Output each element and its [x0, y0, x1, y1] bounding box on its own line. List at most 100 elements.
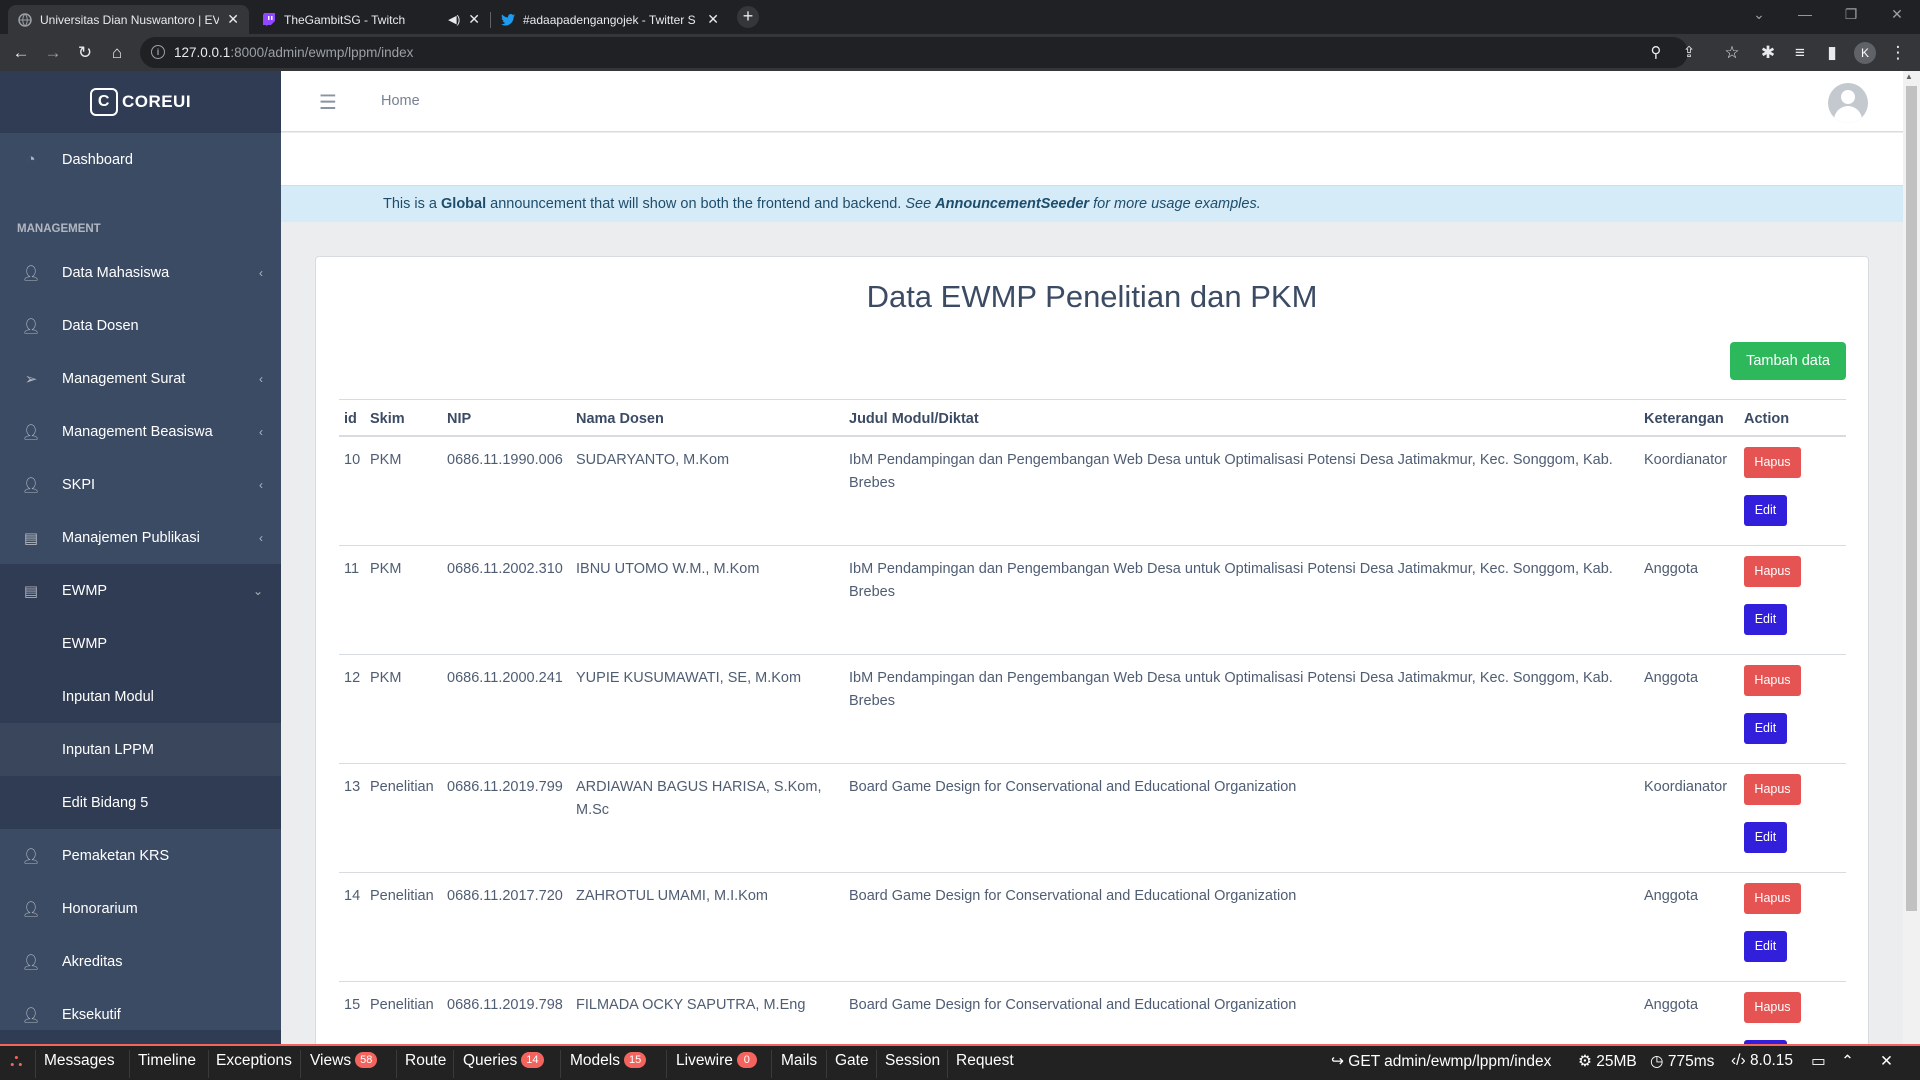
sidebar-item-management-surat[interactable]: ➢ Management Surat ‹	[0, 352, 281, 405]
announcement-banner: This is a Global announcement that will …	[281, 186, 1903, 222]
menu-kebab-icon[interactable]: ⋮	[1886, 41, 1910, 65]
close-debugbar-icon[interactable]: ✕	[1880, 1052, 1893, 1071]
home-icon[interactable]: ⌂	[105, 41, 129, 65]
sidebar-item-ewmp[interactable]: ▤ EWMP ⌄	[0, 564, 281, 617]
debugbar-tab-messages[interactable]: Messages	[44, 1052, 115, 1070]
delete-button[interactable]: Hapus	[1744, 991, 1801, 1023]
maximize-debugbar-icon[interactable]: ⌃	[1841, 1052, 1854, 1071]
profile-avatar[interactable]: K	[1854, 42, 1876, 64]
zoom-icon[interactable]: ⚲	[1646, 43, 1666, 63]
tab-twitch[interactable]: TheGambitSG - Twitch ◀) ✕	[252, 5, 490, 34]
sidebar-item-akreditas[interactable]: 👤︎ Akreditas	[0, 935, 281, 988]
edit-button[interactable]: Edit	[1744, 821, 1787, 853]
debugbar-tab-views[interactable]: Views 58	[310, 1052, 378, 1070]
sidebar-item-dashboard[interactable]: ◔ Dashboard	[0, 133, 281, 186]
debugbar-tab-exceptions[interactable]: Exceptions	[216, 1052, 292, 1070]
sidebar-item-data-mahasiswa[interactable]: 👤︎ Data Mahasiswa ‹	[0, 246, 281, 299]
reload-icon[interactable]: ↻	[73, 41, 97, 65]
forward-icon[interactable]: →	[41, 41, 65, 65]
edit-button[interactable]: Edit	[1744, 603, 1787, 635]
user-avatar[interactable]	[1828, 83, 1868, 123]
sidebar-item-manajemen-publikasi[interactable]: ▤ Manajemen Publikasi ‹	[0, 511, 281, 564]
hamburger-menu-icon[interactable]: ☰	[319, 90, 337, 115]
sidebar-subitem-inputan-lppm[interactable]: Inputan LPPM	[0, 723, 281, 776]
cell-nip: 0686.11.1990.006	[442, 435, 571, 545]
sidebar-item-management-beasiswa[interactable]: 👤︎ Management Beasiswa ‹	[0, 405, 281, 458]
cell-judul: Board Game Design for Conservational and…	[844, 762, 1639, 872]
debugbar-tab-session[interactable]: Session	[885, 1052, 940, 1070]
cell-keterangan: Anggota	[1639, 544, 1739, 654]
add-data-button[interactable]: Tambah data	[1730, 342, 1846, 380]
extensions-icon[interactable]: ✱	[1756, 41, 1780, 65]
restore-button[interactable]: ❐	[1828, 0, 1874, 30]
close-icon[interactable]: ✕	[227, 11, 239, 28]
cell-nama: ARDIAWAN BAGUS HARISA, S.Kom, M.Sc	[571, 762, 844, 872]
sidebar-item-data-dosen[interactable]: 👤︎ Data Dosen	[0, 299, 281, 352]
tab-twitter[interactable]: #adaapadengangojek - Twitter S ✕	[491, 5, 729, 34]
sidebar-item-honorarium[interactable]: 👤︎ Honorarium	[0, 882, 281, 935]
debugbar-version: ‹/› 8.0.15	[1731, 1052, 1793, 1070]
announcement-text: This is a	[383, 196, 442, 212]
sidebar-subitem-ewmp[interactable]: EWMP	[0, 617, 281, 670]
debugbar-tab-queries[interactable]: Queries 14	[463, 1052, 544, 1070]
debugbar-tab-livewire[interactable]: Livewire 0	[676, 1052, 757, 1070]
close-icon[interactable]: ✕	[707, 11, 719, 28]
tab-udinus[interactable]: Universitas Dian Nuswantoro | EV ✕	[8, 5, 249, 34]
edit-button[interactable]: Edit	[1744, 712, 1787, 744]
cell-keterangan: Koordianator	[1639, 762, 1739, 872]
debugbar-tab-gate[interactable]: Gate	[835, 1052, 869, 1070]
user-icon: 👤︎	[21, 900, 41, 918]
close-window-button[interactable]: ✕	[1874, 0, 1920, 30]
twitch-icon	[262, 13, 276, 27]
cogs-icon: ⚙	[1578, 1053, 1597, 1070]
debugbar-tab-timeline[interactable]: Timeline	[138, 1052, 196, 1070]
info-icon[interactable]: i	[151, 45, 165, 59]
edit-button[interactable]: Edit	[1744, 495, 1787, 526]
url-text[interactable]: 127.0.0.1:8000/admin/ewmp/lppm/index	[174, 45, 413, 60]
sidebar-item-skpi[interactable]: 👤︎ SKPI ‹	[0, 458, 281, 511]
sidebar-minimizer[interactable]	[0, 1030, 281, 1044]
brand-logo[interactable]: C COREUI	[0, 71, 281, 133]
sidebar-item-label: Manajemen Publikasi	[62, 529, 200, 546]
globe-icon	[18, 12, 32, 27]
delete-button[interactable]: Hapus	[1744, 882, 1801, 914]
speaker-icon[interactable]: ◀)	[448, 13, 460, 26]
laravel-logo-icon[interactable]: ⛬	[10, 1050, 23, 1071]
cell-id: 14	[339, 871, 365, 981]
bookmark-star-icon[interactable]: ☆	[1720, 41, 1744, 65]
user-icon: 👤︎	[21, 953, 41, 971]
media-control-icon[interactable]: ≡	[1788, 41, 1812, 65]
folder-open-icon[interactable]: ▭	[1811, 1052, 1826, 1071]
debugbar-tab-models[interactable]: Models 15	[570, 1052, 647, 1070]
close-icon[interactable]: ✕	[468, 11, 480, 28]
scroll-up-arrow-icon[interactable]: ▲	[1905, 72, 1913, 81]
sidebar-item-pemaketan-krs[interactable]: 👤︎ Pemaketan KRS	[0, 829, 281, 882]
delete-button[interactable]: Hapus	[1744, 664, 1801, 696]
delete-button[interactable]: Hapus	[1744, 447, 1801, 478]
delete-button[interactable]: Hapus	[1744, 555, 1801, 587]
debugbar-tab-request[interactable]: Request	[956, 1052, 1014, 1070]
views-count-badge: 58	[355, 1052, 378, 1068]
tab-search-icon[interactable]: ⌄	[1736, 0, 1782, 30]
back-icon[interactable]: ←	[9, 41, 33, 65]
share-icon[interactable]: ⇪	[1679, 43, 1699, 63]
new-tab-button[interactable]: +	[737, 6, 759, 28]
cell-action: Hapus Edit	[1739, 653, 1846, 763]
debugbar-tab-mails[interactable]: Mails	[781, 1052, 817, 1070]
scrollbar-thumb[interactable]	[1906, 86, 1917, 911]
cell-nama: IBNU UTOMO W.M., M.Kom	[571, 544, 844, 654]
delete-button[interactable]: Hapus	[1744, 773, 1801, 805]
minimize-button[interactable]: —	[1782, 0, 1828, 30]
side-panel-icon[interactable]: ▮	[1820, 41, 1844, 65]
debugbar-tab-route[interactable]: Route	[405, 1052, 446, 1070]
table-row: 14 Penelitian 0686.11.2017.720 ZAHROTUL …	[339, 871, 1846, 981]
address-bar[interactable]: i 127.0.0.1:8000/admin/ewmp/lppm/index ⚲…	[140, 37, 1695, 68]
sidebar-subitem-inputan-modul[interactable]: Inputan Modul	[0, 670, 281, 723]
debugbar-route-info[interactable]: ↪ GET admin/ewmp/lppm/index	[1331, 1052, 1551, 1071]
column-header-id: id	[339, 399, 365, 437]
sidebar-subitem-edit-bidang-5[interactable]: Edit Bidang 5	[0, 776, 281, 829]
header-home-link[interactable]: Home	[381, 93, 420, 109]
breadcrumb-bar	[281, 133, 1903, 186]
edit-button[interactable]: Edit	[1744, 930, 1787, 962]
debugbar-separator	[35, 1050, 36, 1078]
